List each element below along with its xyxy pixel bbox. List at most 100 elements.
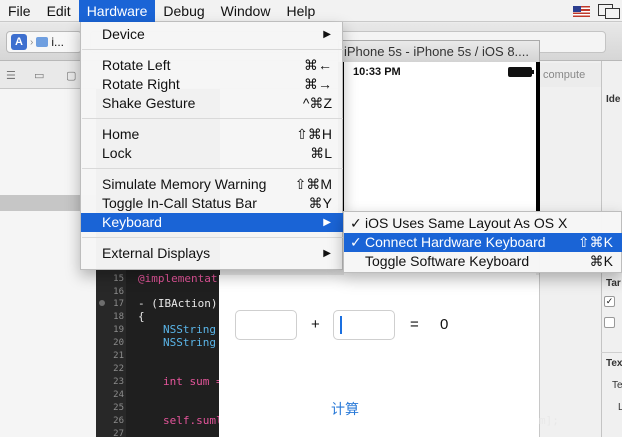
line-number: 27 <box>113 429 124 437</box>
menu-item-shortcut: ⇧⌘M <box>294 176 332 192</box>
menu-item-home[interactable]: Home ⇧⌘H <box>81 125 344 144</box>
screen-mirroring-icon[interactable] <box>598 4 620 19</box>
menu-item-shortcut: ⇧⌘H <box>296 126 332 142</box>
menu-separator <box>82 49 343 50</box>
menu-item-shortcut: ⌘→ <box>304 76 332 92</box>
menu-item-rotate-right[interactable]: Rotate Right ⌘→ <box>81 75 344 94</box>
tab-compute[interactable]: compute <box>539 63 601 87</box>
menu-item-label: Device <box>102 26 145 42</box>
menu-item-shortcut: ⌘L <box>310 145 332 161</box>
inspector-label-identity: Ide <box>606 94 621 105</box>
menu-item-label: External Displays <box>102 245 211 261</box>
inspector-divider <box>601 352 622 353</box>
checkmark-icon: ✓ <box>350 234 362 250</box>
menubar: File Edit Hardware Debug Window Help <box>0 0 622 22</box>
submenu-arrow-icon: ▶ <box>323 217 331 228</box>
us-flag-icon[interactable] <box>573 5 590 17</box>
chevron-right-icon: › <box>30 36 34 48</box>
menu-item-label: Toggle Software Keyboard <box>365 253 530 269</box>
second-number-field[interactable] <box>333 310 395 340</box>
menu-item-device[interactable]: Device ▶ <box>81 25 344 44</box>
menu-item-toggle-software-keyboard[interactable]: Toggle Software Keyboard ⌘K <box>344 252 622 271</box>
inspector-label-text: Tex <box>606 358 622 369</box>
simulator-screen-lower <box>219 275 539 437</box>
battery-icon <box>508 67 534 77</box>
menu-item-label: Simulate Memory Warning <box>102 176 267 192</box>
menu-item-label: Rotate Left <box>102 57 171 73</box>
menu-item-label: iOS Uses Same Layout As OS X <box>365 215 568 231</box>
line-number: 16 <box>113 287 124 297</box>
menu-separator <box>82 168 343 169</box>
menu-item-ios-uses-same-layout[interactable]: ✓ iOS Uses Same Layout As OS X <box>344 214 622 233</box>
menu-item-label: Rotate Right <box>102 76 180 92</box>
compute-button[interactable]: 计算 <box>331 399 359 419</box>
first-number-field[interactable] <box>235 310 297 340</box>
project-folder-icon <box>36 37 49 47</box>
menu-item-shortcut: ⌘Y <box>308 195 332 211</box>
menu-item-shortcut: ⌘← <box>304 57 332 73</box>
line-number: 24 <box>113 390 124 400</box>
menu-item-connect-hardware-keyboard[interactable]: ✓ Connect Hardware Keyboard ⇧⌘K <box>344 233 622 252</box>
xcode-app-icon: A <box>11 34 27 50</box>
line-number: 17 <box>113 299 124 309</box>
menu-item-external-displays[interactable]: External Displays ▶ <box>81 244 344 263</box>
code-nsstring-1: NSString <box>163 323 216 336</box>
file-navigator-icon[interactable]: ☰ <box>6 69 16 82</box>
simulator-title-bar[interactable]: iPhone 5s - iPhone 5s / iOS 8.... <box>338 40 540 62</box>
inspector-label-te: Te <box>612 380 622 391</box>
menu-item-label: Toggle In-Call Status Bar <box>102 195 257 211</box>
menu-item-shortcut: ⇧⌘K <box>577 234 613 250</box>
scheme-label: i... <box>51 35 65 49</box>
inspector-label-l: L <box>618 402 622 413</box>
menu-separator <box>82 118 343 119</box>
menu-item-label: Shake Gesture <box>102 95 196 111</box>
menu-item-rotate-left[interactable]: Rotate Left ⌘← <box>81 56 344 75</box>
code-implementation: @implementat <box>138 272 218 285</box>
inspector-label-target: Tar <box>606 278 621 289</box>
scheme-selector[interactable]: A › i... <box>6 31 82 53</box>
menu-debug[interactable]: Debug <box>155 0 212 22</box>
menu-item-keyboard[interactable]: Keyboard ▶ <box>81 213 344 232</box>
line-number: 22 <box>113 364 124 374</box>
hardware-menu: Device ▶ Rotate Left ⌘← Rotate Right ⌘→ … <box>80 22 344 270</box>
menu-file[interactable]: File <box>0 0 39 22</box>
menu-help[interactable]: Help <box>278 0 323 22</box>
menu-item-simulate-memory-warning[interactable]: Simulate Memory Warning ⇧⌘M <box>81 175 344 194</box>
line-number: 20 <box>113 338 124 348</box>
equals-label: = <box>410 316 419 333</box>
line-number: 15 <box>113 274 124 284</box>
submenu-arrow-icon: ▶ <box>323 29 331 40</box>
tag-icon[interactable]: ▭ <box>34 69 44 82</box>
submenu-arrow-icon: ▶ <box>323 248 331 259</box>
line-number: 18 <box>113 312 124 322</box>
menu-item-shortcut: ⌘K <box>589 253 613 269</box>
menubar-extras <box>573 0 620 22</box>
line-number: 23 <box>113 377 124 387</box>
menu-item-shake-gesture[interactable]: Shake Gesture ^⌘Z <box>81 94 344 113</box>
menu-item-shortcut: ^⌘Z <box>302 95 332 111</box>
target-checkbox-checked[interactable]: ✓ <box>604 296 615 307</box>
line-number: 21 <box>113 351 124 361</box>
comment-icon[interactable]: ▢ <box>66 69 76 82</box>
code-ibaction: - (IBAction) <box>138 297 218 310</box>
line-number: 19 <box>113 325 124 335</box>
text-cursor <box>340 316 342 334</box>
target-checkbox[interactable] <box>604 317 615 328</box>
menu-edit[interactable]: Edit <box>39 0 79 22</box>
result-label: 0 <box>440 316 449 333</box>
menu-item-label: Connect Hardware Keyboard <box>365 234 546 250</box>
keyboard-submenu: ✓ iOS Uses Same Layout As OS X ✓ Connect… <box>343 211 622 273</box>
menu-item-label: Home <box>102 126 140 142</box>
menu-item-label: Keyboard <box>102 214 162 230</box>
line-number: 25 <box>113 403 124 413</box>
code-brace: { <box>138 310 145 323</box>
menu-item-lock[interactable]: Lock ⌘L <box>81 144 344 163</box>
menu-window[interactable]: Window <box>213 0 279 22</box>
menu-hardware[interactable]: Hardware <box>78 0 156 22</box>
line-number: 26 <box>113 416 124 426</box>
menu-item-label: Lock <box>102 145 132 161</box>
code-nsstring-2: NSString <box>163 336 216 349</box>
plus-label: + <box>311 316 320 333</box>
menu-item-toggle-in-call-status-bar[interactable]: Toggle In-Call Status Bar ⌘Y <box>81 194 344 213</box>
status-bar-time: 10:33 PM <box>353 66 401 78</box>
